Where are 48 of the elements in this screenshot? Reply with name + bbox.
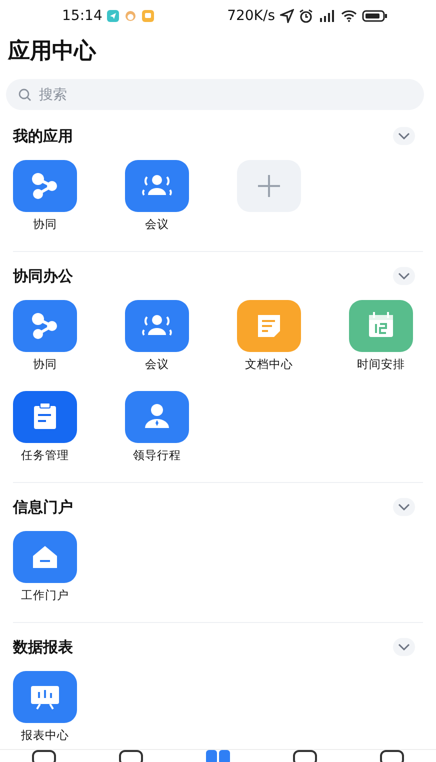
tab-icon[interactable] bbox=[292, 750, 318, 762]
add-app-button[interactable] bbox=[237, 160, 301, 212]
task-app-icon[interactable] bbox=[13, 391, 77, 443]
chevron-down-icon bbox=[398, 132, 410, 140]
app-label: 工作门户 bbox=[21, 588, 69, 602]
app-label: 协同 bbox=[33, 217, 57, 231]
app-label: 领导行程 bbox=[133, 448, 181, 462]
section-title: 信息门户 bbox=[13, 498, 73, 516]
status-time: 15:14 bbox=[62, 8, 102, 24]
location-icon bbox=[280, 9, 294, 23]
collapse-toggle[interactable] bbox=[393, 498, 415, 516]
section-title: 我的应用 bbox=[13, 126, 73, 146]
section-title: 数据报表 bbox=[13, 638, 73, 656]
collapse-toggle[interactable] bbox=[393, 638, 415, 656]
doc-app-icon[interactable] bbox=[237, 300, 301, 352]
share-app-icon[interactable] bbox=[13, 160, 77, 212]
share-app-icon[interactable] bbox=[13, 300, 77, 352]
signal-icon bbox=[318, 10, 336, 22]
app-label: 报表中心 bbox=[21, 728, 69, 742]
app-label: 协同 bbox=[33, 357, 57, 371]
send-icon bbox=[107, 10, 120, 22]
chevron-down-icon bbox=[398, 503, 410, 511]
meeting-app-icon[interactable] bbox=[125, 300, 189, 352]
home-app-icon[interactable] bbox=[13, 531, 77, 583]
tab-icon[interactable] bbox=[118, 750, 144, 762]
battery-icon bbox=[362, 10, 388, 22]
report-app-icon[interactable] bbox=[13, 671, 77, 723]
app-label: 会议 bbox=[145, 357, 169, 371]
section-title: 协同办公 bbox=[13, 266, 73, 286]
app-label: 时间安排 bbox=[357, 357, 405, 371]
app-label: 文档中心 bbox=[245, 357, 293, 371]
page-title: 应用中心 bbox=[6, 38, 98, 66]
tab-icon[interactable] bbox=[30, 750, 57, 762]
app-label: 任务管理 bbox=[21, 448, 69, 462]
search-field[interactable]: 搜索 bbox=[6, 79, 424, 110]
alarm-icon bbox=[299, 9, 313, 23]
meeting-app-icon[interactable] bbox=[125, 160, 189, 212]
app-label: 会议 bbox=[145, 217, 169, 231]
collapse-toggle[interactable] bbox=[393, 267, 415, 285]
collapse-toggle[interactable] bbox=[393, 127, 415, 145]
tab-icon[interactable] bbox=[379, 750, 406, 762]
calendar-app-icon[interactable] bbox=[349, 300, 413, 352]
chevron-down-icon bbox=[398, 643, 410, 651]
chevron-down-icon bbox=[398, 272, 410, 280]
leader-app-icon[interactable] bbox=[125, 391, 189, 443]
wifi-icon bbox=[341, 10, 357, 22]
network-speed: 720K/s bbox=[227, 8, 275, 24]
message-icon bbox=[142, 10, 154, 22]
